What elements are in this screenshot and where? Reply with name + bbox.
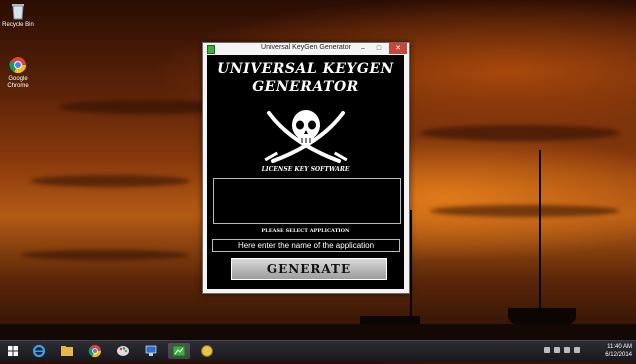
license-key-output[interactable]	[213, 178, 401, 224]
system-tray	[544, 347, 580, 353]
taskbar: 11:40 AM 6/12/2014	[0, 340, 636, 361]
desktop-icon-label: Google Chrome	[7, 76, 29, 89]
internet-explorer-icon	[32, 344, 46, 358]
tray-up-icon[interactable]	[544, 347, 550, 353]
desktop-icon-chrome[interactable]: Google Chrome	[0, 56, 36, 90]
close-button[interactable]: ✕	[389, 43, 407, 54]
heading-line-2: GENERATOR	[252, 79, 359, 95]
keygen-icon	[172, 345, 186, 357]
start-icon	[8, 346, 18, 356]
select-application-label: PLEASE SELECT APPLICATION	[261, 228, 350, 234]
window-client: UNIVERSAL KEYGEN GENERATOR LICENSE KEY S…	[207, 55, 404, 289]
network-icon	[145, 345, 157, 356]
start-button[interactable]	[2, 343, 24, 359]
desktop-icon-recycle-bin[interactable]: Recycle Bin	[0, 2, 36, 29]
folder-icon	[201, 345, 213, 357]
cloud-band	[420, 125, 620, 141]
desktop-icon-label: Recycle Bin	[2, 22, 34, 28]
cloud-band	[430, 205, 620, 217]
file-explorer-icon	[61, 346, 73, 356]
clock-time: 11:40 AM	[607, 344, 632, 350]
tray-flag-icon[interactable]	[554, 347, 560, 353]
taskbar-internet-explorer[interactable]	[28, 343, 50, 359]
tray-volume-icon[interactable]	[574, 347, 580, 353]
cloud-band	[30, 175, 190, 187]
skull-crossed-swords-icon	[264, 110, 348, 163]
paint-icon	[117, 346, 129, 356]
boat-hull	[508, 308, 576, 324]
clock-date: 6/12/2014	[605, 352, 632, 358]
boat-mast	[410, 210, 412, 320]
maximize-button[interactable]: □	[373, 43, 385, 54]
taskbar-network[interactable]	[140, 343, 162, 359]
clock[interactable]: 11:40 AM 6/12/2014	[605, 343, 632, 359]
horizon	[0, 324, 636, 340]
heading-line-1: UNIVERSAL KEYGEN	[217, 61, 394, 77]
tagline: LICENSE KEY SOFTWARE	[261, 166, 350, 173]
chrome-icon	[9, 56, 27, 74]
window-titlebar[interactable]: Universal KeyGen Generator – □ ✕	[203, 43, 409, 55]
boat-mast	[539, 150, 541, 315]
application-name-input[interactable]	[212, 239, 400, 252]
taskbar-folder[interactable]	[196, 343, 218, 359]
taskbar-file-explorer[interactable]	[56, 343, 78, 359]
minimize-button[interactable]: –	[357, 43, 369, 54]
taskbar-keygen[interactable]	[168, 343, 190, 359]
cloud-band	[20, 250, 190, 260]
taskbar-chrome[interactable]	[84, 343, 106, 359]
chrome-icon	[88, 345, 101, 358]
taskbar-paint[interactable]	[112, 343, 134, 359]
keygen-window: Universal KeyGen Generator – □ ✕ UNIVERS…	[202, 42, 410, 294]
tray-network-icon[interactable]	[564, 347, 570, 353]
recycle-bin-icon	[9, 2, 27, 20]
generate-button[interactable]: GENERATE	[231, 258, 387, 280]
